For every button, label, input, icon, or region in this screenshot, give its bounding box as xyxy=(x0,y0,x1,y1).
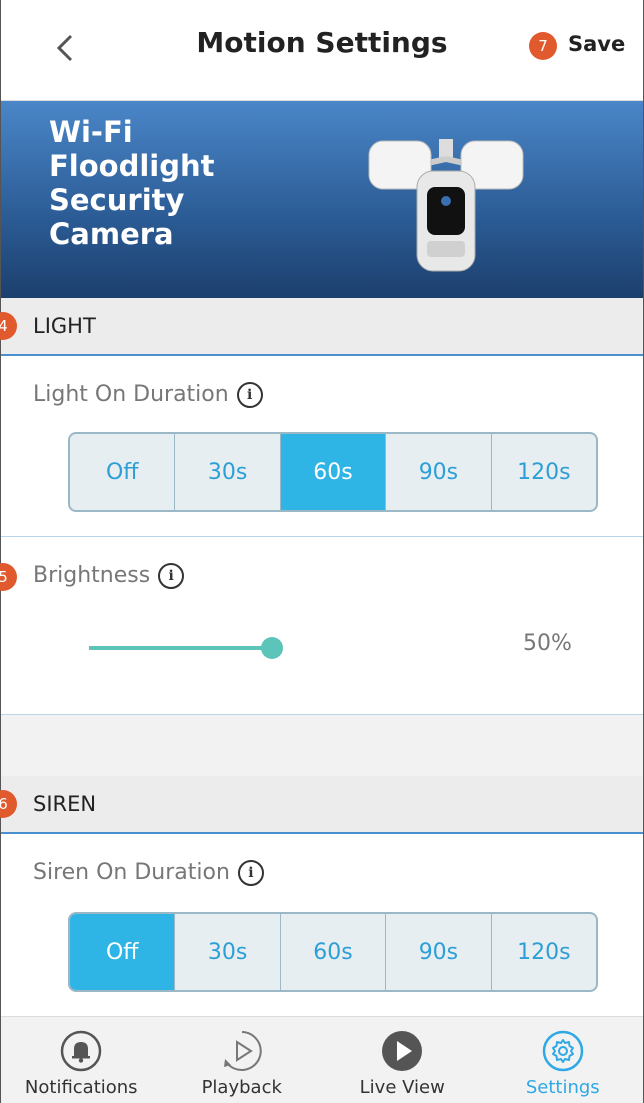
gear-icon xyxy=(542,1030,583,1072)
tab-settings[interactable]: Settings xyxy=(483,1017,644,1103)
light-duration-row: Light On Duration i xyxy=(33,382,263,408)
info-icon[interactable]: i xyxy=(237,860,264,886)
duration-option-30s[interactable]: 30s xyxy=(175,914,281,990)
tab-label: Notifications xyxy=(24,1077,138,1098)
brightness-value: 50% xyxy=(523,631,572,656)
light-section-header: 4 LIGHT xyxy=(0,298,643,356)
bell-icon xyxy=(61,1030,102,1072)
brightness-slider-track[interactable] xyxy=(89,646,271,650)
light-duration-selector: Off 30s 60s 90s 120s xyxy=(68,432,598,512)
siren-section-header: 6 SIREN xyxy=(0,776,643,834)
info-icon[interactable]: i xyxy=(158,563,185,589)
siren-duration-panel: Siren On Duration i Off 30s 60s 90s 120s xyxy=(1,834,643,1017)
duration-option-off[interactable]: Off xyxy=(70,434,176,510)
siren-duration-row: Siren On Duration i xyxy=(33,860,264,886)
siren-duration-selector: Off 30s 60s 90s 120s xyxy=(68,912,598,992)
playback-icon xyxy=(223,1031,262,1071)
step-badge-light: 4 xyxy=(0,312,17,340)
play-icon xyxy=(382,1031,423,1071)
tab-playback[interactable]: Playback xyxy=(162,1017,323,1103)
tab-label: Playback xyxy=(201,1077,282,1098)
duration-option-60s[interactable]: 60s xyxy=(280,434,387,510)
duration-option-90s[interactable]: 90s xyxy=(386,434,492,510)
duration-option-120s[interactable]: 120s xyxy=(492,914,596,990)
navigation-header: Motion Settings 7 Save xyxy=(1,0,643,101)
duration-option-120s[interactable]: 120s xyxy=(492,434,596,510)
floodlight-camera-image xyxy=(368,139,524,272)
duration-option-off[interactable]: Off xyxy=(70,914,176,990)
light-section-label: LIGHT xyxy=(33,314,96,338)
light-duration-panel: Light On Duration i Off 30s 60s 90s 120s xyxy=(1,356,643,537)
tab-label: Settings xyxy=(525,1077,600,1098)
light-duration-label: Light On Duration xyxy=(33,382,229,407)
tab-notifications[interactable]: Notifications xyxy=(1,1017,162,1103)
duration-option-90s[interactable]: 90s xyxy=(386,914,492,990)
step-badge-save: 7 xyxy=(529,32,557,60)
duration-option-60s[interactable]: 60s xyxy=(281,914,387,990)
info-icon[interactable]: i xyxy=(236,382,263,408)
bottom-tab-bar: Notifications Playback Live View Setting… xyxy=(1,1016,643,1103)
brightness-label: Brightness xyxy=(33,563,151,588)
tab-live-view[interactable]: Live View xyxy=(322,1017,483,1103)
banner-title: Wi-Fi Floodlight Security Camera xyxy=(49,115,215,251)
step-badge-siren: 6 xyxy=(0,790,17,818)
save-button[interactable]: Save xyxy=(568,32,625,56)
siren-section-label: SIREN xyxy=(33,792,97,816)
tab-label: Live View xyxy=(359,1077,445,1098)
product-banner: Wi-Fi Floodlight Security Camera xyxy=(1,101,643,298)
siren-duration-label: Siren On Duration xyxy=(33,860,230,885)
duration-option-30s[interactable]: 30s xyxy=(175,434,281,510)
brightness-panel: 5 Brightness i 50% xyxy=(0,537,643,715)
step-badge-brightness: 5 xyxy=(0,563,17,591)
brightness-slider-thumb[interactable] xyxy=(261,637,283,659)
brightness-row: Brightness i xyxy=(33,563,185,589)
